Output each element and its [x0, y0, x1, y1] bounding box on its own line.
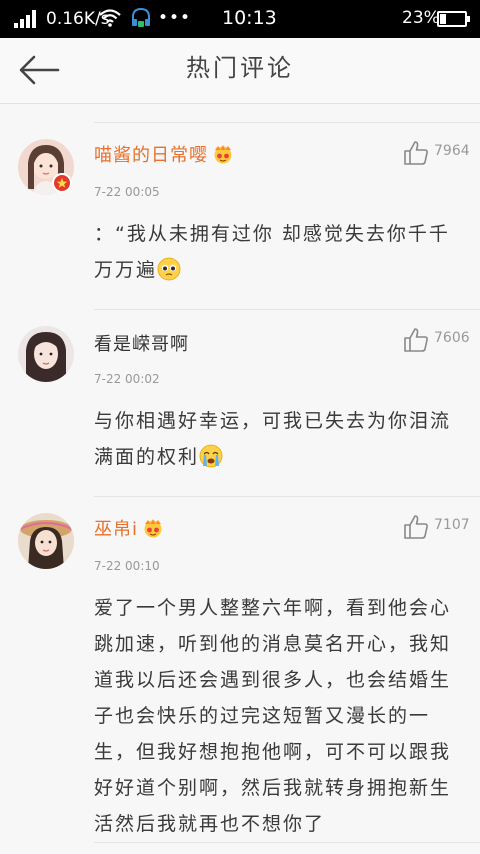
more-notifications-icon: •••	[158, 8, 192, 28]
like-count: 7107	[434, 517, 470, 533]
comment-item[interactable]: 巫帛i 7107 7-22 00:10 爱了一个男人整整六年啊，看到他会心跳加速…	[0, 497, 480, 842]
username[interactable]: 看是嵘哥啊	[94, 330, 189, 356]
comment-body: 与你相遇好幸运，可我已失去为你泪流满面的权利	[94, 410, 452, 468]
signal-icon	[14, 10, 40, 28]
username[interactable]: 喵酱的日常嘤	[94, 141, 234, 167]
comment-item[interactable]: 看是嵘哥啊 7606 7-22 00:02 与你相遇好幸运，可我已失去为你泪流满…	[0, 310, 480, 496]
avatar[interactable]	[18, 326, 74, 382]
comment-time: 7-22 00:05	[94, 185, 160, 199]
divider	[94, 842, 480, 843]
pleading-face-icon	[157, 257, 181, 281]
like-count: 7964	[434, 143, 470, 159]
battery-icon	[437, 11, 470, 27]
thumbs-up-icon[interactable]	[403, 327, 429, 353]
comment-time: 7-22 00:02	[94, 372, 160, 386]
vip-crown-icon	[214, 145, 232, 164]
page-title: 热门评论	[186, 54, 294, 82]
comment-text: 爱了一个男人整整六年啊，看到他会心跳加速，听到他的消息莫名开心，我知道我以后还会…	[94, 597, 452, 835]
clock: 10:13	[222, 7, 277, 29]
like-count: 7606	[434, 330, 470, 346]
comment-time: 7-22 00:10	[94, 559, 160, 573]
comment-text: 与你相遇好幸运，可我已失去为你泪流满面的权利	[94, 403, 464, 475]
username-text[interactable]: 巫帛i	[94, 519, 138, 540]
battery-level	[440, 14, 446, 24]
wifi-icon	[99, 9, 121, 27]
header-bar: 热门评论	[0, 38, 480, 104]
headset-icon	[132, 7, 150, 27]
vip-crown-icon	[144, 519, 162, 538]
comment-body: ：“我从未拥有过你 却感觉失去你千千万万遍	[94, 223, 450, 281]
comment-text: ：“我从未拥有过你 却感觉失去你千千万万遍	[94, 216, 464, 288]
username-text[interactable]: 喵酱的日常嘤	[94, 145, 208, 166]
avatar[interactable]	[18, 513, 74, 569]
crying-face-icon	[199, 444, 223, 468]
verified-badge-icon	[52, 173, 72, 193]
battery-percent: 23%	[402, 8, 440, 28]
thumbs-up-icon[interactable]	[403, 140, 429, 166]
status-bar: 0.16K/s ••• 10:13 23%	[0, 0, 480, 38]
username[interactable]: 巫帛i	[94, 515, 164, 541]
comment-item[interactable]: 喵酱的日常嘤 7964 7-22 00:05 ：“我从未拥有过你 却感觉失去你千…	[0, 123, 480, 309]
thumbs-up-icon[interactable]	[403, 514, 429, 540]
